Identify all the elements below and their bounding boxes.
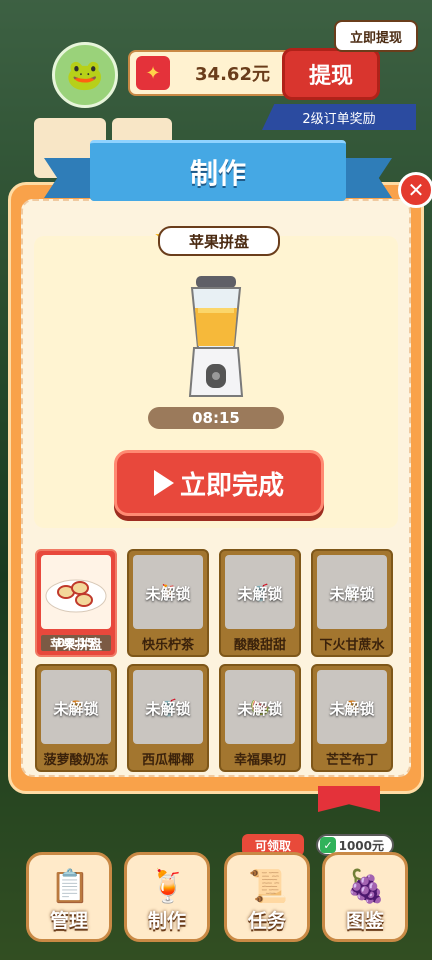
red-envelope-icon: ✦ — [136, 56, 170, 90]
locked-label: 未解锁 — [329, 700, 375, 718]
dialog-title: 制作 — [90, 140, 346, 201]
collection-icon: 🍇 — [346, 867, 386, 905]
withdraw-button[interactable]: 提现 — [282, 48, 380, 100]
close-button[interactable]: ✕ — [398, 172, 432, 208]
recipe-tile[interactable]: 🥛 未解锁 下火甘蔗水 — [311, 549, 393, 657]
task-icon: 📜 — [248, 867, 288, 905]
recipe-tile[interactable]: 🍮 未解锁 菠萝酸奶冻 — [35, 664, 117, 772]
locked-label: 未解锁 — [329, 585, 375, 603]
check-icon: ✓ — [320, 837, 336, 853]
locked-label: 未解锁 — [237, 585, 283, 603]
recipe-label: 芒芒布丁 — [325, 753, 378, 768]
recipe-tile[interactable]: 08:15 苹果拼盘 — [35, 549, 117, 657]
dialog-title-ribbon: 制作 — [44, 140, 392, 210]
manage-icon: 📋 — [50, 867, 90, 905]
amount-badge-label: 1000元 — [338, 838, 384, 853]
recipe-label: 菠萝酸奶冻 — [43, 753, 109, 768]
cash-balance: ✦ 34.62元 — [128, 50, 297, 96]
blender-icon — [188, 276, 244, 397]
recipe-tile[interactable]: 🍮 未解锁 芒芒布丁 — [311, 664, 393, 772]
nav-manage[interactable]: 📋 管理 — [26, 852, 112, 942]
recipe-tile[interactable]: 🥤 未解锁 西瓜椰椰 — [127, 664, 209, 772]
recipe-tile[interactable]: 🥤 未解锁 酸酸甜甜 — [219, 549, 301, 657]
nav-label: 图鉴 — [345, 910, 384, 932]
nav-make[interactable]: 🍹 制作 — [124, 852, 210, 942]
nav-label: 制作 — [147, 910, 186, 932]
recipe-tile[interactable]: 🍉 未解锁 幸福果切 — [219, 664, 301, 772]
nav-collection[interactable]: 🍇 图鉴 — [322, 852, 408, 942]
make-icon: 🍹 — [148, 867, 188, 905]
nav-label: 任务 — [247, 910, 286, 932]
recipe-label: 快乐柠茶 — [141, 638, 194, 653]
finish-now-button[interactable]: 立即完成 — [114, 450, 324, 516]
recipe-label: 酸酸甜甜 — [233, 638, 286, 653]
recipe-label: 西瓜椰椰 — [141, 753, 194, 768]
locked-label: 未解锁 — [237, 700, 283, 718]
frog-avatar[interactable]: 🐸 — [52, 42, 118, 108]
cash-amount: 34.62元 — [195, 64, 270, 85]
locked-label: 未解锁 — [145, 700, 191, 718]
locked-label: 未解锁 — [145, 585, 191, 603]
recipe-label: 幸福果切 — [233, 753, 286, 768]
product-timer: 08:15 — [148, 407, 284, 429]
locked-label: 未解锁 — [53, 700, 99, 718]
nav-label: 管理 — [49, 910, 88, 932]
recipe-label: 下火甘蔗水 — [319, 638, 385, 653]
order-reward-banner[interactable]: 2级订单奖励 — [262, 104, 416, 130]
product-name: 苹果拼盘 — [158, 226, 280, 256]
nav-task[interactable]: 📜 任务 — [224, 852, 310, 942]
apple-plate-icon — [41, 555, 111, 629]
recipe-tile[interactable]: 🍹 未解锁 快乐柠茶 — [127, 549, 209, 657]
finish-now-label: 立即完成 — [179, 470, 284, 501]
withdraw-now-button[interactable]: 立即提现 — [334, 20, 418, 52]
play-icon — [153, 470, 174, 496]
recipe-label: 苹果拼盘 — [49, 638, 102, 653]
